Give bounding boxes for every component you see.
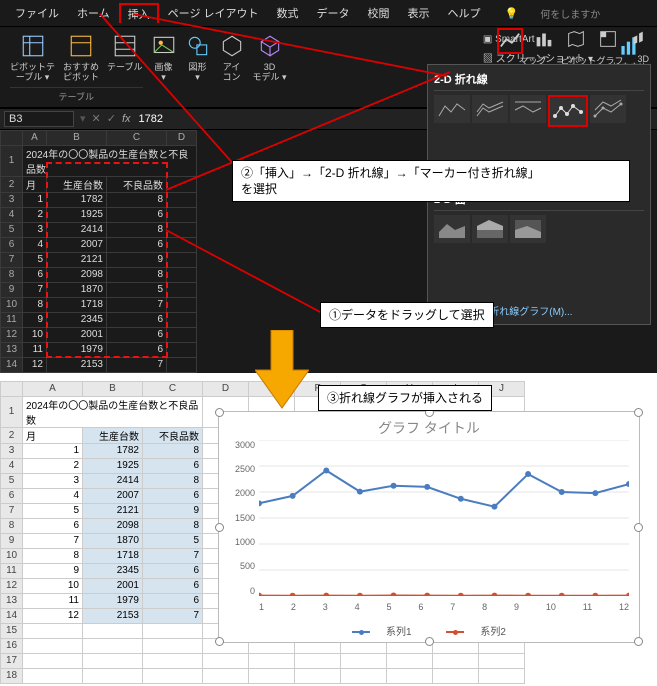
image-button[interactable]: 画像▾	[151, 33, 177, 83]
group-tables-label: テーブル	[10, 87, 143, 107]
tellme-input[interactable]: 何をしますか	[531, 3, 609, 24]
formula-value[interactable]: 1782	[139, 113, 163, 125]
chart-type-row	[497, 28, 651, 54]
line-stacked-markers[interactable]	[590, 95, 626, 123]
dropdown-header-2d-line: 2-D 折れ線	[434, 71, 644, 91]
line-with-markers[interactable]	[548, 95, 588, 127]
icons-button[interactable]: アイコン	[219, 33, 245, 83]
line-chart-icon[interactable]	[497, 28, 523, 54]
recommend-pivot-button[interactable]: おすすめピボット	[63, 33, 99, 83]
fx-icon: fx	[122, 113, 131, 125]
menu-file[interactable]: ファイル	[6, 2, 68, 24]
big-arrow-icon	[255, 330, 309, 410]
area-plain[interactable]	[434, 215, 470, 243]
worksheet-light[interactable]: ABCDEFGHIJ12024年の〇〇製品の生産台数と不良品数2月生産台数不良品…	[0, 381, 657, 684]
table-button[interactable]: テーブル	[107, 33, 142, 83]
3d-model-button[interactable]: 3Dモデル ▾	[253, 33, 287, 83]
line-100stacked[interactable]	[510, 95, 546, 123]
menu-formulas[interactable]: 数式	[268, 2, 308, 24]
shapes-button[interactable]: 図形▾	[185, 33, 211, 83]
menu-review[interactable]: 校閲	[359, 2, 399, 24]
annotation-step3: ③折れ線グラフが挿入される	[318, 385, 492, 411]
pivot-chart-icon[interactable]	[597, 28, 619, 50]
menu-help[interactable]: ヘルプ	[439, 2, 490, 24]
menubar: ファイル ホーム 挿入 ページ レイアウト 数式 データ 校閲 表示 ヘルプ 💡…	[0, 0, 657, 27]
menu-home[interactable]: ホーム	[68, 2, 119, 24]
annotation-step1: ①データをドラッグして選択	[320, 302, 494, 328]
tellme-icon: 💡	[496, 4, 528, 23]
fx-confirm-icon[interactable]: ✓	[107, 112, 116, 125]
3d-chart-icon[interactable]	[629, 28, 651, 50]
menu-pagelayout[interactable]: ページ レイアウト	[159, 2, 268, 24]
embedded-chart[interactable]: グラフ タイトル 300025002000150010005000 123456…	[218, 411, 640, 643]
bar-chart-icon[interactable]	[533, 28, 555, 50]
area-stacked[interactable]	[472, 215, 508, 243]
pivot-table-button[interactable]: ピボットテーブル ▾	[10, 33, 55, 83]
annotation-step2: ②「挿入」→「2-D 折れ線」→「マーカー付き折れ線」を選択	[232, 160, 630, 202]
menu-insert[interactable]: 挿入	[119, 3, 159, 23]
map-chart-icon[interactable]	[565, 28, 587, 50]
chart-legend: 系列1 系列2	[219, 623, 639, 638]
menu-data[interactable]: データ	[308, 2, 359, 24]
name-box[interactable]: B3	[4, 111, 74, 127]
fx-cancel-icon[interactable]: ✕	[92, 112, 101, 125]
area-100stacked[interactable]	[510, 215, 546, 243]
line-plain[interactable]	[434, 95, 470, 123]
menu-view[interactable]: 表示	[399, 2, 439, 24]
line-stacked[interactable]	[472, 95, 508, 123]
